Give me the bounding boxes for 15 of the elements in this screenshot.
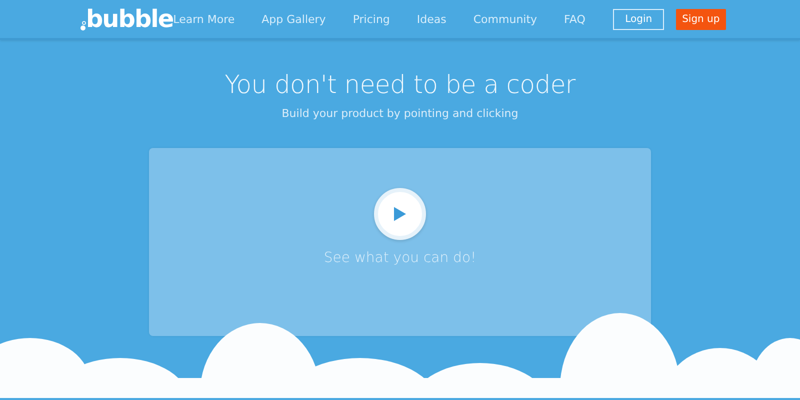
nav-link[interactable]: App Gallery [262, 12, 326, 26]
login-button[interactable]: Login [613, 8, 664, 30]
video-caption: See what you can do! [324, 250, 476, 266]
nav-link[interactable]: Community [473, 12, 538, 26]
nav-link[interactable]: Pricing [352, 12, 390, 26]
logo[interactable]: bubble [86, 7, 174, 31]
nav-link[interactable]: Learn More [173, 12, 235, 26]
hero-subtitle: Build your product by pointing and clicking [282, 107, 518, 120]
signup-button[interactable]: Sign up [676, 8, 726, 30]
bubbles-icon [80, 21, 86, 31]
nav-link[interactable]: FAQ [564, 12, 586, 26]
nav-link[interactable]: Ideas [416, 12, 446, 26]
hero-title: You don't need to be a coder [224, 70, 576, 99]
play-button[interactable] [374, 188, 426, 240]
play-icon [393, 206, 407, 222]
